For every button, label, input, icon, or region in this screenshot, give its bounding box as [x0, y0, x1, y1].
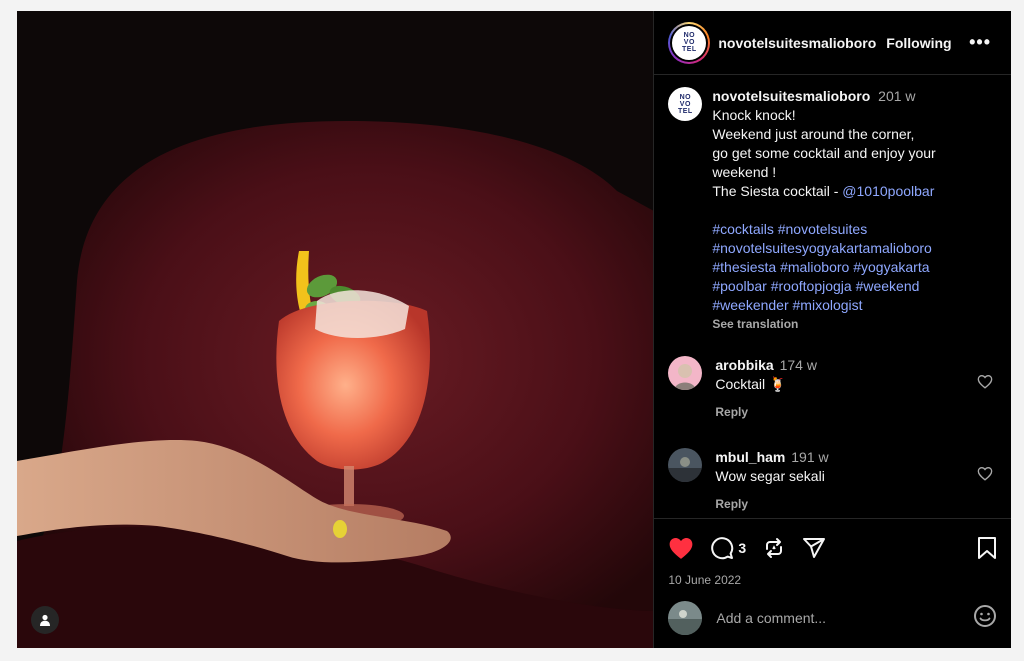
save-bookmark-icon[interactable] — [977, 536, 997, 560]
following-button[interactable]: Following — [886, 35, 951, 51]
caption-username[interactable]: novotelsuitesmalioboro — [712, 88, 870, 104]
see-translation-link[interactable]: See translation — [712, 315, 982, 334]
comments-section[interactable]: NO VO TEL novotelsuitesmalioboro 201 w K… — [654, 75, 1011, 518]
reply-button[interactable]: Reply — [715, 403, 817, 422]
post-header: NO VO TEL novotelsuitesmalioboro Followi… — [654, 11, 1011, 75]
comment-button[interactable]: 3 — [710, 536, 746, 560]
comment-username[interactable]: mbul_ham — [715, 449, 785, 465]
cocktail-photo — [17, 11, 654, 648]
current-user-avatar — [668, 601, 703, 635]
caption-credit: The Siesta cocktail - — [712, 183, 843, 199]
comment-time: 191 w — [791, 449, 829, 465]
repost-icon[interactable] — [762, 536, 786, 560]
hashtag-line[interactable]: #weekender #mixologist — [712, 296, 982, 315]
emoji-smiley-icon[interactable] — [973, 604, 997, 633]
comment-text: Cocktail 🍹 — [715, 376, 787, 392]
avatar-image — [668, 601, 703, 635]
caption: NO VO TEL novotelsuitesmalioboro 201 w K… — [668, 87, 997, 334]
add-comment-input[interactable]: Add a comment... — [716, 610, 826, 626]
hashtag-line[interactable]: #cocktails #novotelsuites — [712, 220, 982, 239]
post-image[interactable] — [17, 11, 654, 648]
caption-line: Knock knock! — [712, 107, 796, 123]
caption-line: go get some cocktail and enjoy your — [712, 145, 936, 161]
comment-time: 174 w — [779, 357, 817, 373]
novotel-logo-icon: NO VO TEL — [672, 25, 707, 60]
caption-line: Weekend just around the corner, — [712, 126, 915, 142]
hashtag-line[interactable]: #thesiesta #malioboro #yogyakarta — [712, 258, 982, 277]
caption-time: 201 w — [878, 88, 916, 104]
post-modal: NO VO TEL novotelsuitesmalioboro Followi… — [17, 11, 1011, 648]
caption-line: weekend ! — [712, 164, 777, 180]
action-bar: 3 10 June 2022 Add a comment... — [654, 518, 1011, 648]
like-heart-icon[interactable] — [668, 536, 694, 560]
more-options-icon[interactable]: ••• — [969, 32, 997, 53]
add-comment-bar: Add a comment... — [654, 588, 1011, 648]
novotel-logo-icon: NO VO TEL — [668, 87, 703, 121]
comment-bubble-icon — [711, 537, 734, 560]
comment-like-heart-icon[interactable] — [977, 374, 993, 394]
hashtag-line[interactable]: #novotelsuitesyogyakartamalioboro — [712, 239, 982, 258]
reply-button[interactable]: Reply — [715, 495, 828, 514]
comment-like-heart-icon[interactable] — [977, 466, 993, 486]
hashtag-line[interactable]: #poolbar #rooftopjogja #weekend — [712, 277, 982, 296]
comment-item: mbul_ham 191 w Wow segar sekali Reply — [668, 448, 997, 514]
post-sidebar: NO VO TEL novotelsuitesmalioboro Followi… — [653, 11, 1011, 648]
caption-avatar[interactable]: NO VO TEL — [668, 87, 703, 121]
comment-item: arobbika 174 w Cocktail 🍹 Reply — [668, 356, 997, 422]
tagged-user-button[interactable] — [31, 606, 59, 634]
share-send-icon[interactable] — [802, 536, 826, 560]
mention-link[interactable]: @1010poolbar — [842, 183, 934, 199]
header-avatar[interactable]: NO VO TEL — [668, 21, 711, 64]
post-date: 10 June 2022 — [668, 573, 742, 587]
commenter-avatar[interactable] — [668, 448, 703, 482]
user-icon — [40, 614, 50, 626]
commenter-avatar[interactable] — [668, 356, 703, 390]
header-username[interactable]: novotelsuitesmalioboro — [718, 35, 876, 51]
avatar-image — [668, 356, 703, 390]
comment-text: Wow segar sekali — [715, 468, 825, 484]
comment-username[interactable]: arobbika — [715, 357, 773, 373]
comment-count: 3 — [738, 540, 747, 556]
avatar-image — [668, 448, 703, 482]
